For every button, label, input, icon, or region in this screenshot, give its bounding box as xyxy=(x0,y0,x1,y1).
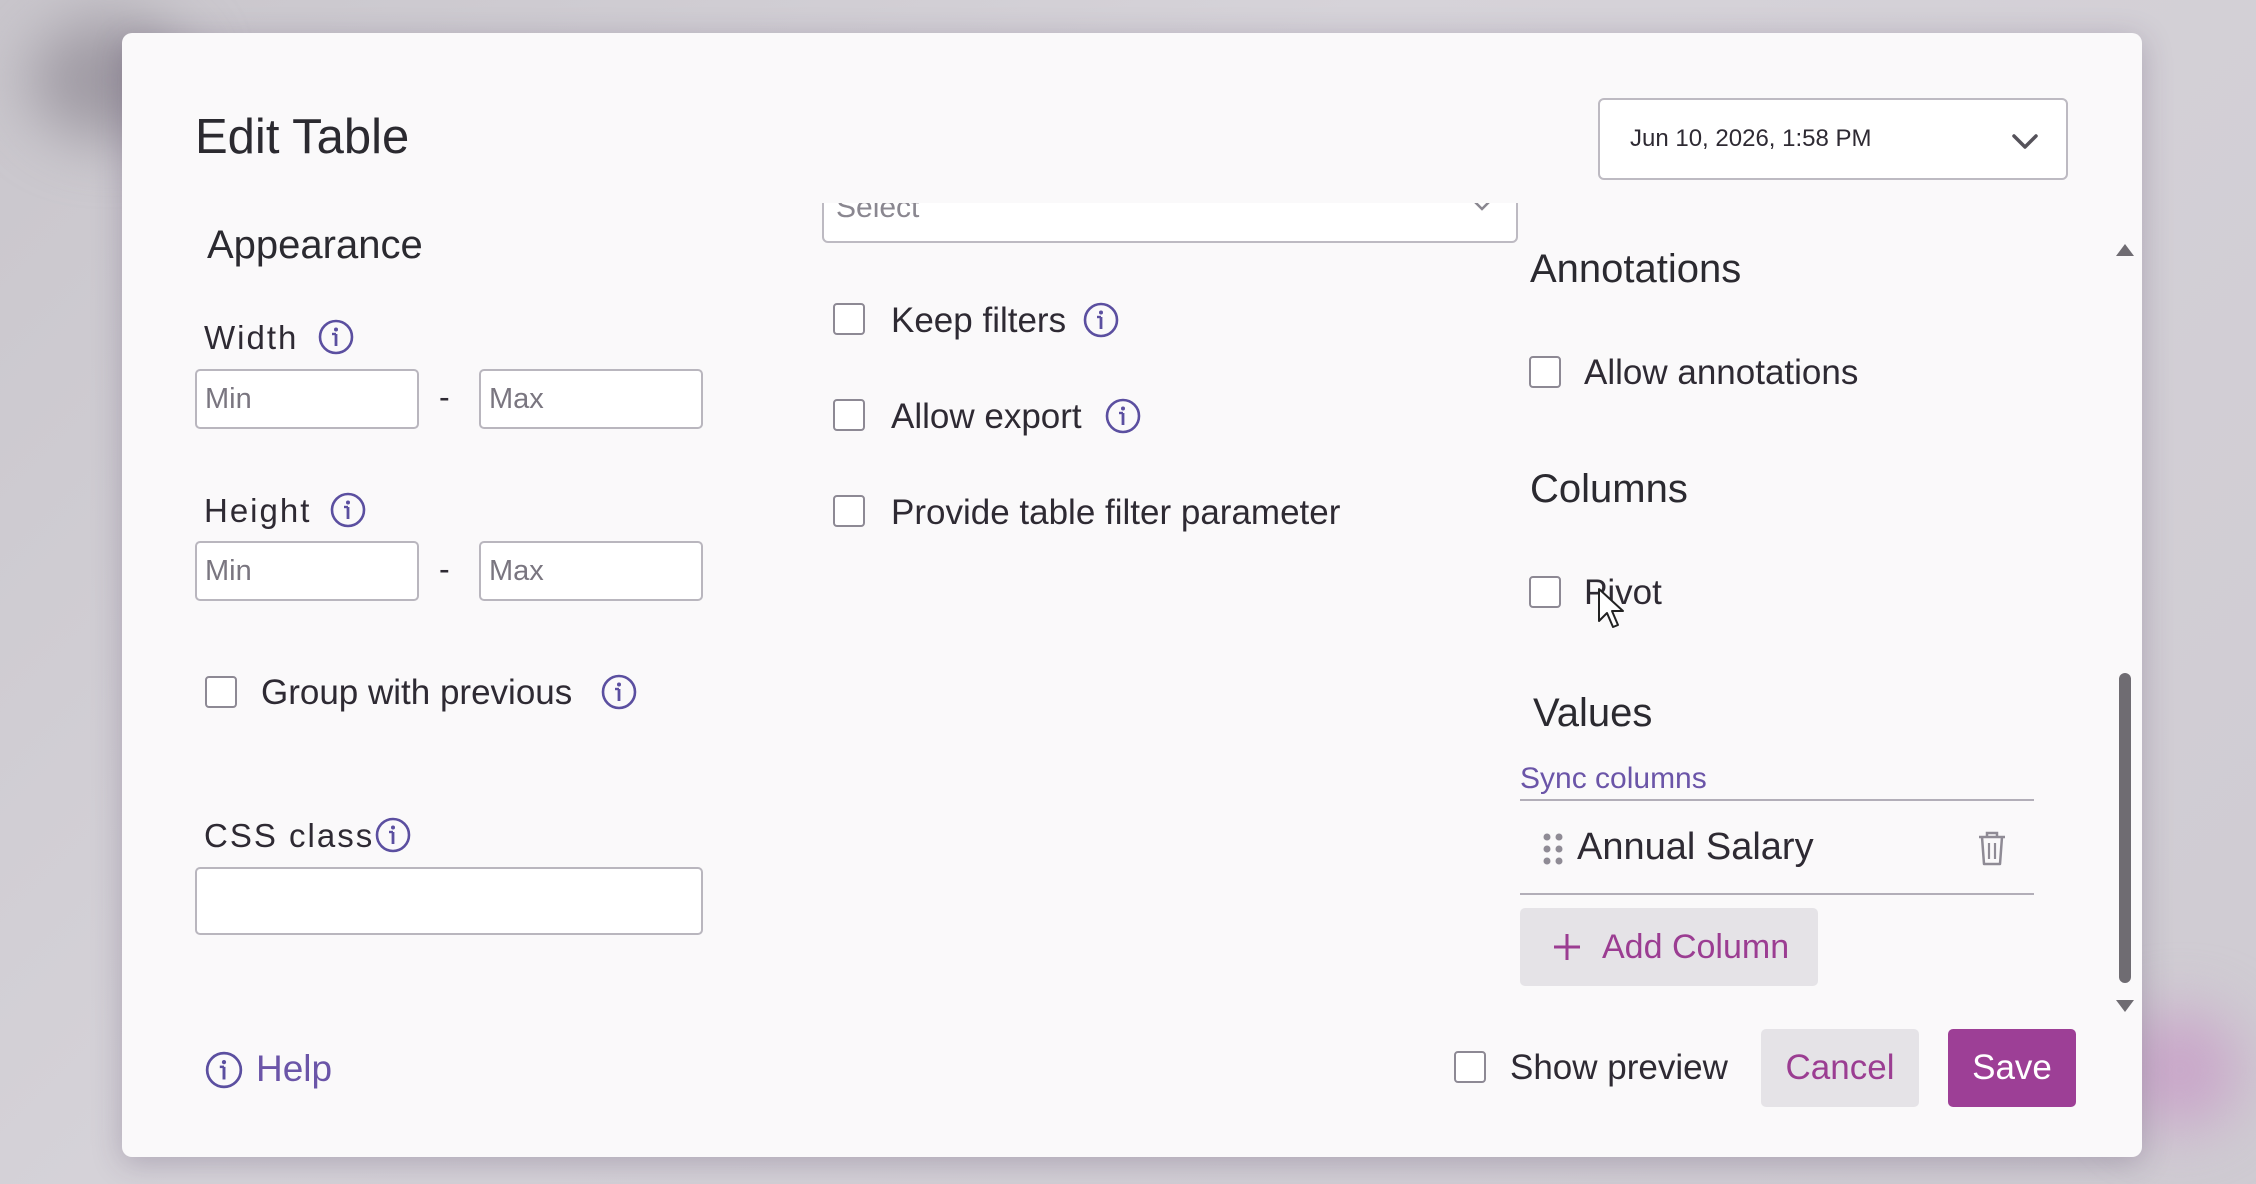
drag-handle-icon[interactable] xyxy=(1542,832,1564,866)
trash-icon[interactable] xyxy=(1975,829,2009,867)
width-max-input[interactable] xyxy=(479,369,703,429)
scroll-up-arrow-icon[interactable] xyxy=(2115,243,2135,257)
scroll-down-arrow-icon[interactable] xyxy=(2115,999,2135,1013)
keep-filters-checkbox[interactable] xyxy=(833,303,865,335)
values-heading: Values xyxy=(1533,691,1653,735)
chevron-down-icon xyxy=(2012,134,2038,149)
chevron-down-icon xyxy=(1474,203,1490,211)
group-with-previous-label: Group with previous xyxy=(261,673,573,712)
edit-table-dialog: Edit Table Jun 10, 2026, 1:58 PM Appeara… xyxy=(122,33,2142,1157)
pivot-checkbox[interactable] xyxy=(1529,576,1561,608)
provide-table-filter-parameter-checkbox[interactable] xyxy=(833,495,865,527)
group-with-previous-checkbox[interactable] xyxy=(205,676,237,708)
sync-columns-link[interactable]: Sync columns xyxy=(1520,762,1707,796)
info-icon[interactable] xyxy=(374,816,412,854)
info-icon[interactable] xyxy=(329,491,367,529)
select-dropdown-clip: Select xyxy=(822,203,1518,243)
info-icon[interactable] xyxy=(600,673,638,711)
columns-heading: Columns xyxy=(1530,467,1688,511)
info-icon[interactable] xyxy=(317,318,355,356)
info-icon[interactable] xyxy=(1082,301,1120,339)
height-min-input[interactable] xyxy=(195,541,419,601)
show-preview-label: Show preview xyxy=(1510,1048,1728,1087)
mouse-cursor-icon xyxy=(1598,588,1624,628)
add-column-label: Add Column xyxy=(1602,928,1790,966)
select-placeholder: Select xyxy=(836,203,920,224)
keep-filters-label: Keep filters xyxy=(891,301,1067,340)
height-range-separator: - xyxy=(439,551,450,587)
width-label: Width xyxy=(204,319,299,356)
cancel-button[interactable]: Cancel xyxy=(1761,1029,1919,1107)
annotations-heading: Annotations xyxy=(1530,247,1742,291)
height-max-input[interactable] xyxy=(479,541,703,601)
allow-export-label: Allow export xyxy=(891,397,1082,436)
values-divider-bottom xyxy=(1520,893,2034,895)
scrollbar-thumb[interactable] xyxy=(2119,673,2131,983)
info-icon xyxy=(205,1051,243,1089)
height-label: Height xyxy=(204,492,312,529)
list-item: Annual Salary xyxy=(1520,801,2034,893)
help-label: Help xyxy=(256,1048,333,1089)
info-icon[interactable] xyxy=(1104,397,1142,435)
allow-annotations-label: Allow annotations xyxy=(1584,353,1859,392)
add-column-button[interactable]: Add Column xyxy=(1520,908,1818,986)
allow-export-checkbox[interactable] xyxy=(833,399,865,431)
value-column-label: Annual Salary xyxy=(1577,826,1814,868)
plus-icon xyxy=(1554,934,1580,960)
width-min-input[interactable] xyxy=(195,369,419,429)
css-class-input[interactable] xyxy=(195,867,703,935)
date-selector-value: Jun 10, 2026, 1:58 PM xyxy=(1630,125,1872,152)
date-selector[interactable]: Jun 10, 2026, 1:58 PM xyxy=(1598,98,2068,180)
css-class-label: CSS class xyxy=(204,817,375,854)
show-preview-checkbox[interactable] xyxy=(1454,1051,1486,1083)
save-button[interactable]: Save xyxy=(1948,1029,2076,1107)
allow-annotations-checkbox[interactable] xyxy=(1529,356,1561,388)
select-dropdown[interactable]: Select xyxy=(822,203,1518,243)
width-range-separator: - xyxy=(439,379,450,415)
scrollbar[interactable] xyxy=(2112,243,2138,1023)
appearance-heading: Appearance xyxy=(207,223,423,267)
dialog-title: Edit Table xyxy=(195,110,410,164)
provide-table-filter-parameter-label: Provide table filter parameter xyxy=(891,493,1341,532)
